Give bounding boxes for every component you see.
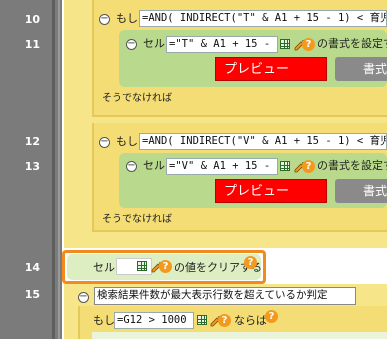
cell-grid-icon[interactable] bbox=[280, 161, 290, 171]
help-icon[interactable]: ? bbox=[244, 256, 257, 269]
format-preview: プレビュー bbox=[215, 57, 327, 81]
cell-grid-icon[interactable] bbox=[137, 261, 147, 271]
line-number: 15 bbox=[24, 288, 40, 301]
gutter-divider-2 bbox=[58, 0, 60, 339]
comment-input[interactable]: 検索結果件数が最大表示行数を超えているか判定 bbox=[94, 287, 356, 305]
help-icon[interactable]: ? bbox=[302, 160, 315, 173]
format-text: の書式を設定す bbox=[317, 159, 387, 172]
line-number: 10 bbox=[24, 13, 40, 26]
condition-input[interactable]: =AND( INDIRECT("V" & A1 + 15 - 1) < 育児休 bbox=[139, 133, 387, 150]
else-label: そうでなければ bbox=[102, 93, 172, 104]
format-text: の書式を設定す bbox=[317, 37, 387, 50]
line-number: 12 bbox=[24, 135, 40, 148]
if-label: もし bbox=[93, 314, 115, 327]
minus-circle-icon[interactable]: − bbox=[99, 137, 110, 148]
nested-block-edge bbox=[92, 332, 387, 339]
if-label: もし bbox=[116, 135, 138, 148]
minus-circle-icon[interactable]: − bbox=[126, 39, 137, 50]
format-button[interactable]: 書式 bbox=[335, 57, 387, 81]
condition-input[interactable]: =AND( INDIRECT("T" & A1 + 15 - 1) < 育児休 bbox=[139, 10, 387, 27]
minus-circle-icon[interactable]: − bbox=[78, 292, 89, 303]
format-preview: プレビュー bbox=[215, 179, 327, 203]
condition-input[interactable]: =G12 > 1000 bbox=[114, 312, 194, 329]
line-number: 14 bbox=[24, 261, 40, 274]
else-label: そうでなければ bbox=[102, 214, 172, 225]
cell-label: セル bbox=[93, 261, 115, 274]
cell-grid-icon[interactable] bbox=[197, 315, 207, 325]
line-number: 11 bbox=[24, 38, 40, 51]
cell-label: セル bbox=[143, 159, 165, 172]
help-icon[interactable]: ? bbox=[159, 260, 172, 273]
cell-expression-input[interactable]: ="T" & A1 + 15 - 1 bbox=[166, 36, 278, 53]
gutter-divider bbox=[52, 0, 55, 339]
minus-circle-icon[interactable]: − bbox=[126, 161, 137, 172]
line-number: 13 bbox=[24, 160, 40, 173]
cell-expression-input[interactable]: ="V" & A1 + 15 - 1 bbox=[166, 158, 278, 175]
then-label: ならば bbox=[234, 314, 267, 327]
cell-label: セル bbox=[143, 37, 165, 50]
format-button[interactable]: 書式 bbox=[335, 179, 387, 203]
minus-circle-icon[interactable]: − bbox=[99, 14, 110, 25]
help-icon[interactable]: ? bbox=[302, 38, 315, 51]
if-label: もし bbox=[116, 12, 138, 25]
cell-grid-icon[interactable] bbox=[280, 39, 290, 49]
help-icon[interactable]: ? bbox=[265, 310, 278, 323]
help-icon[interactable]: ? bbox=[218, 314, 231, 327]
